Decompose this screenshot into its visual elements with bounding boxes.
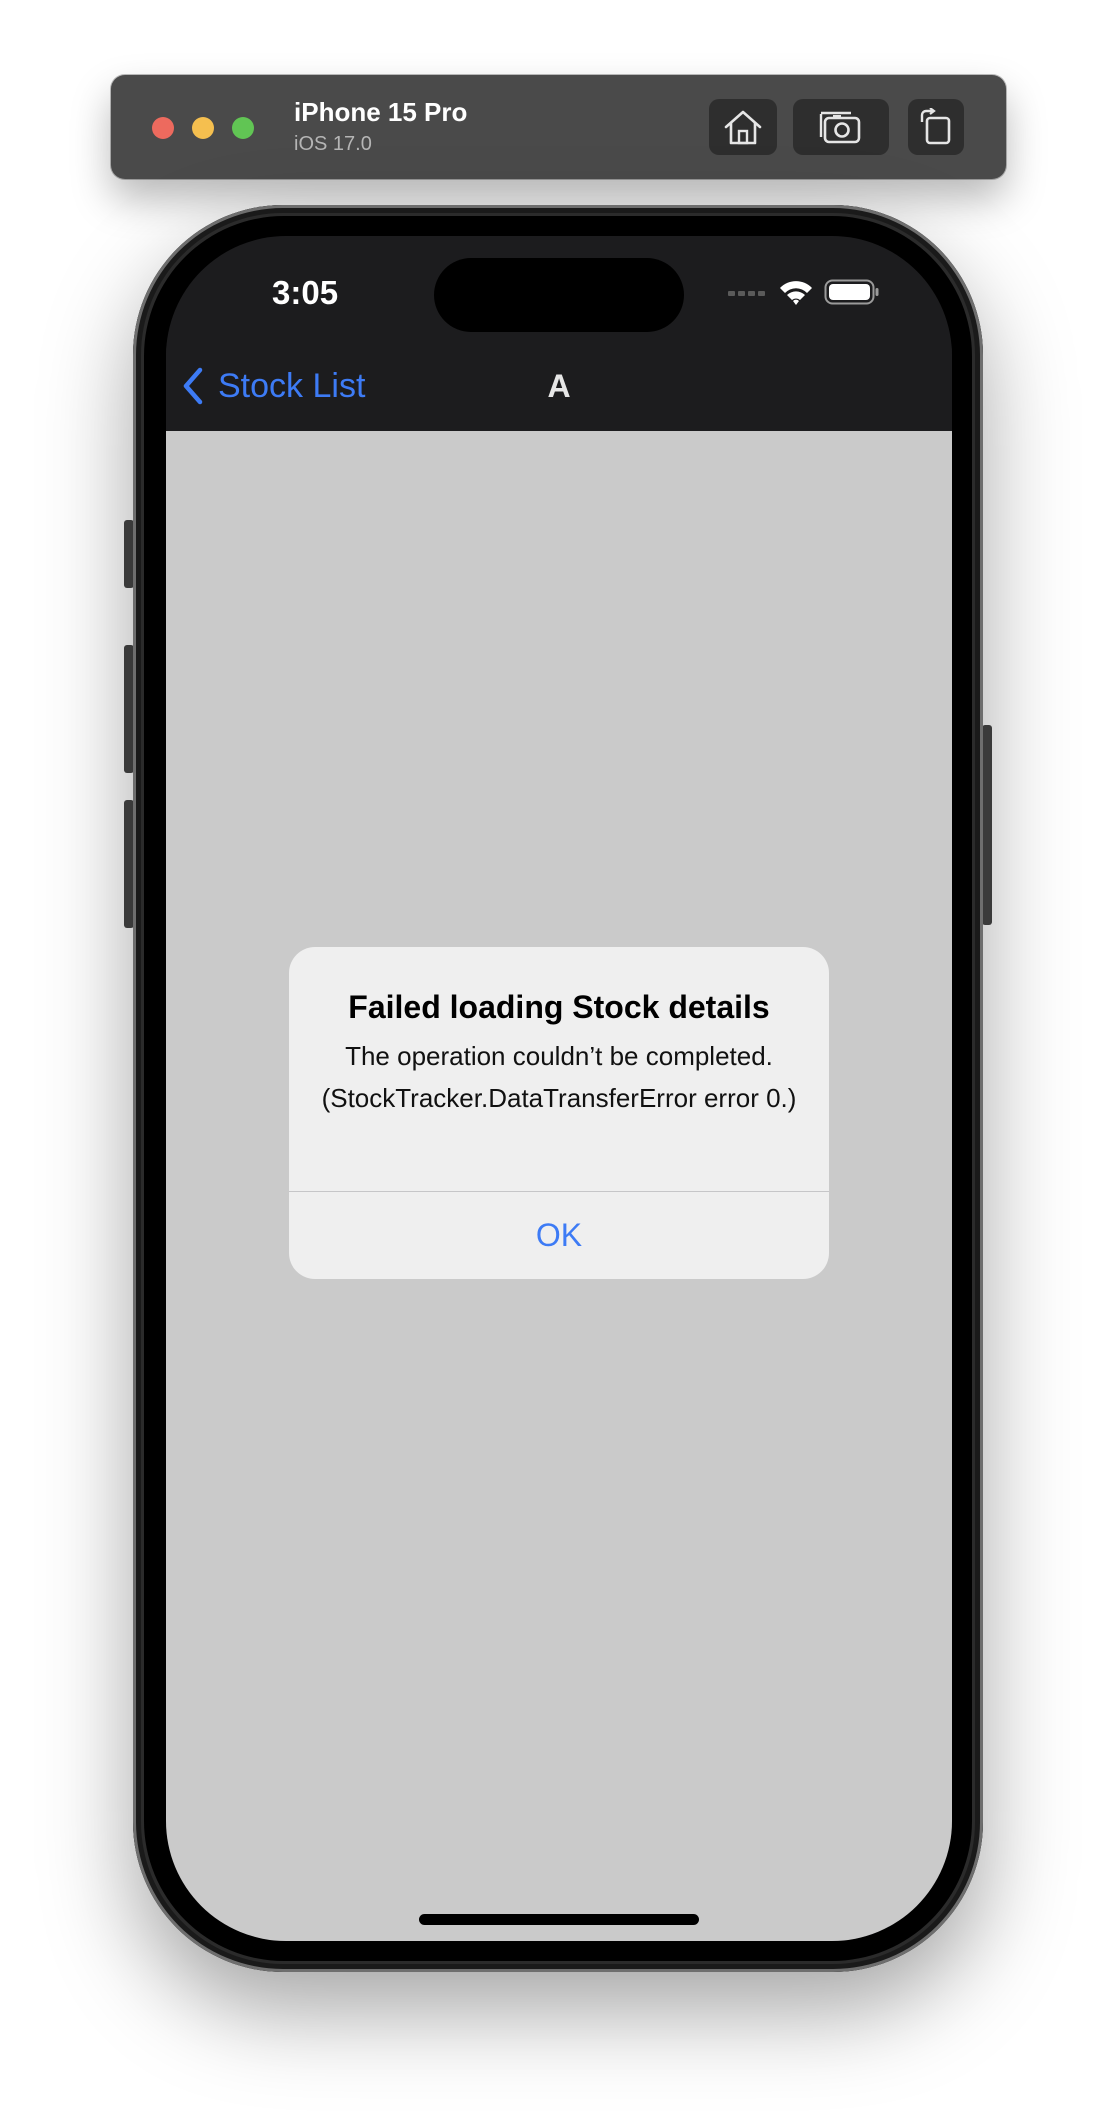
phone-screen: 3:05 Stock List A Failed loading Stock d…: [166, 236, 952, 1941]
home-button[interactable]: [709, 99, 777, 155]
cellular-signal-icon: [728, 291, 765, 296]
battery-icon: [824, 279, 879, 305]
alert-message: The operation couldn’t be completed. (St…: [321, 1041, 797, 1113]
screenshot-icon: [819, 111, 861, 144]
home-icon: [724, 110, 762, 145]
ok-button[interactable]: OK: [289, 1192, 829, 1279]
status-bar: 3:05: [166, 236, 952, 346]
home-indicator[interactable]: [419, 1914, 699, 1925]
alert-title: Failed loading Stock details: [348, 989, 770, 1025]
dynamic-island: [434, 258, 684, 332]
rotate-icon: [920, 108, 951, 145]
simulator-toolbar: iPhone 15 Pro iOS 17.0: [111, 75, 1006, 179]
alert-dialog: Failed loading Stock details The operati…: [289, 947, 829, 1279]
zoom-window-button[interactable]: [232, 117, 254, 139]
minimize-window-button[interactable]: [192, 117, 214, 139]
rotate-button[interactable]: [908, 99, 964, 155]
page-title: A: [547, 368, 571, 404]
screenshot-button[interactable]: [793, 99, 889, 155]
wifi-icon: [780, 281, 812, 305]
close-window-button[interactable]: [152, 117, 174, 139]
status-icons: [728, 278, 880, 306]
status-time: 3:05: [272, 274, 339, 311]
device-name: iPhone 15 Pro: [294, 97, 468, 127]
power-button[interactable]: [982, 725, 992, 925]
os-version: iOS 17.0: [294, 133, 372, 155]
navigation-bar: Stock List A: [166, 346, 952, 431]
